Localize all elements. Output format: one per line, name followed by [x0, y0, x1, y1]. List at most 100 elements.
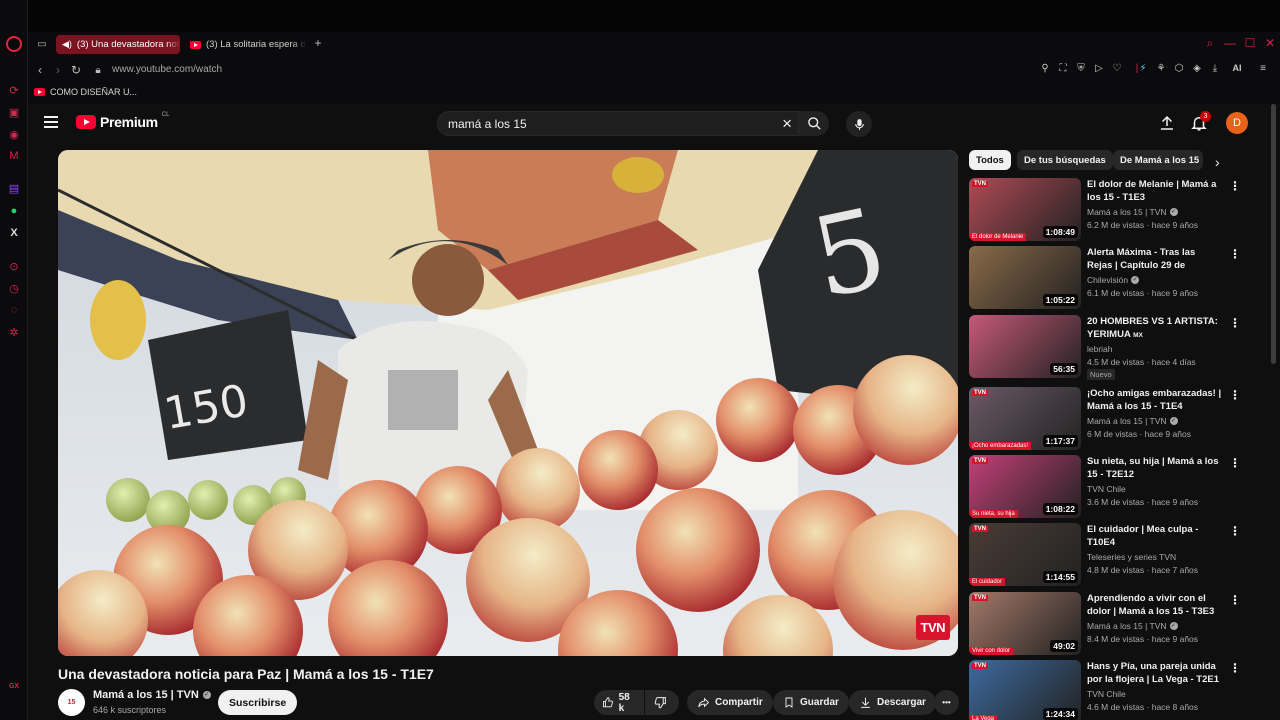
video-thumbnail[interactable]: La Vega TVN 1:24:34	[969, 660, 1081, 720]
tab-active[interactable]: ◀) (3) Una devastadora noticia para Paz …	[56, 35, 180, 54]
dislike-button[interactable]	[645, 690, 679, 715]
heart-icon[interactable]: ♡	[1110, 63, 1124, 74]
clock-icon[interactable]: ◷	[6, 280, 22, 296]
minimize-button[interactable]: —	[1222, 35, 1238, 51]
recommendation-channel[interactable]: Teleseries y series TVN	[1087, 552, 1176, 562]
upload-icon[interactable]	[1158, 114, 1176, 132]
search-button[interactable]	[799, 111, 829, 136]
scrollbar[interactable]	[1271, 104, 1276, 364]
recommendation-item[interactable]: El cuidador TVN 1:14:55 El cuidador | Mea c…	[969, 523, 1249, 586]
twitch-icon[interactable]: ▤	[6, 180, 22, 196]
recommendation-item[interactable]: El dolor de Melanie TVN 1:08:49 El dolor de…	[969, 178, 1249, 241]
chevron-right-icon[interactable]: ›	[1215, 154, 1220, 170]
recommendation-channel[interactable]: Mamá a los 15 | TVN ✓	[1087, 621, 1178, 631]
voice-search-button[interactable]	[846, 111, 872, 137]
recommendation-item[interactable]: ¡Ocho embarazadas! TVN 1:17:37 ¡Ocho amigas…	[969, 387, 1249, 450]
recommendation-channel[interactable]: Chilevisión ✓	[1087, 275, 1140, 285]
video-thumbnail[interactable]: El cuidador TVN 1:14:55	[969, 523, 1081, 586]
user-avatar[interactable]: D	[1226, 112, 1248, 134]
recommendation-channel[interactable]: Mamá a los 15 | TVN ✓	[1087, 416, 1178, 426]
like-count: 58 k	[618, 691, 630, 714]
shopping-bag-icon[interactable]: ▣	[6, 104, 22, 120]
kebab-menu-icon[interactable]: ⋮	[1229, 594, 1241, 606]
subscribe-button[interactable]: Suscribirse	[218, 690, 298, 715]
recommendation-channel[interactable]: TVN Chile	[1087, 689, 1126, 699]
clear-search-icon[interactable]: ×	[782, 114, 792, 134]
youtube-favicon-icon	[190, 40, 201, 49]
kebab-menu-icon[interactable]: ⋮	[1229, 457, 1241, 469]
maximize-button[interactable]: ☐	[1242, 35, 1258, 51]
recommendation-item[interactable]: 1:05:22 Alerta Máxima - Tras las Rejas | …	[969, 246, 1249, 309]
mail-icon[interactable]: M	[6, 148, 22, 164]
kebab-menu-icon[interactable]: ⋮	[1229, 389, 1241, 401]
shield-icon[interactable]: ⛨	[1074, 63, 1088, 74]
recommendation-channel[interactable]: TVN Chile	[1087, 484, 1126, 494]
lock-icon[interactable]: 🔒︎	[90, 62, 106, 78]
channel-name[interactable]: Mamá a los 15 | TVN ✓	[93, 689, 211, 701]
whatsapp-icon[interactable]: ●	[6, 203, 22, 219]
chat-icon[interactable]: ◌	[6, 302, 22, 318]
bookmark-item[interactable]: COMO DISEÑAR U...	[34, 87, 137, 97]
extension-2-icon[interactable]: ⚘	[1154, 63, 1168, 74]
channel-avatar[interactable]: 15	[58, 689, 85, 716]
hamburger-menu-icon[interactable]	[44, 116, 58, 128]
video-thumbnail[interactable]: Vivir con dolor TVN 49:02	[969, 592, 1081, 655]
puzzle-icon[interactable]: ⬡	[1172, 63, 1186, 74]
video-thumbnail[interactable]: ¡Ocho embarazadas! TVN 1:17:37	[969, 387, 1081, 450]
close-window-button[interactable]: ✕	[1262, 35, 1278, 51]
settings-gear-icon[interactable]: ✲	[6, 324, 22, 340]
workspace-icon[interactable]: ▭	[34, 36, 50, 52]
download-icon[interactable]: ⤓	[1208, 63, 1222, 74]
save-button[interactable]: Guardar	[773, 690, 849, 715]
video-duration: 1:17:37	[1042, 435, 1078, 447]
video-thumbnail[interactable]: 56:35	[969, 315, 1081, 378]
forward-arrow-icon[interactable]: ›	[50, 62, 66, 78]
messenger-icon[interactable]: ◉	[6, 126, 22, 142]
chip-todos[interactable]: Todos	[969, 150, 1011, 170]
search-tabs-icon[interactable]: ⌕	[1202, 35, 1218, 51]
player-icon[interactable]: ⊙	[6, 258, 22, 274]
video-thumbnail[interactable]: El dolor de Melanie TVN 1:08:49	[969, 178, 1081, 241]
video-player[interactable]: 5 150 TVN	[58, 150, 958, 656]
snapshot-icon[interactable]: ⛶	[1056, 63, 1070, 74]
url-field[interactable]: www.youtube.com/watch	[112, 64, 222, 75]
chip-de-tus-busquedas[interactable]: De tus búsquedas	[1017, 150, 1113, 170]
more-actions-button[interactable]: •••	[934, 690, 959, 715]
video-thumbnail[interactable]: 1:05:22	[969, 246, 1081, 309]
menu-icon[interactable]: ≡	[1256, 63, 1270, 74]
pin-icon[interactable]: ⚲	[1038, 63, 1052, 74]
back-arrow-icon[interactable]: ‹	[32, 62, 48, 78]
tab-inactive[interactable]: (3) La solitaria espera de Carla | Mamá …	[184, 35, 306, 54]
reload-icon[interactable]: ↻	[68, 62, 84, 78]
history-icon[interactable]: ⟳	[6, 82, 22, 98]
subscriber-count: 646 k suscriptores	[93, 705, 167, 715]
x-twitter-icon[interactable]: X	[6, 225, 22, 241]
kebab-menu-icon[interactable]: ⋮	[1229, 180, 1241, 192]
recommendation-item[interactable]: 56:35 20 HOMBRES VS 1 ARTISTA: YERIMUA MX…	[969, 315, 1249, 380]
new-tab-button[interactable]: +	[310, 35, 326, 51]
kebab-menu-icon[interactable]: ⋮	[1229, 525, 1241, 537]
recommendation-item[interactable]: Vivir con dolor TVN 49:02 Aprendiendo a viv…	[969, 592, 1249, 655]
opera-logo-icon[interactable]	[6, 36, 22, 52]
recommendation-channel[interactable]: Mamá a los 15 | TVN ✓	[1087, 207, 1178, 217]
notification-badge: 3	[1200, 111, 1211, 122]
kebab-menu-icon[interactable]: ⋮	[1229, 248, 1241, 260]
search-input[interactable]: mamá a los 15 ×	[437, 111, 799, 136]
kebab-menu-icon[interactable]: ⋮	[1229, 662, 1241, 674]
play-icon[interactable]: ▷	[1092, 63, 1106, 74]
video-duration: 56:35	[1050, 363, 1078, 375]
recommendation-item[interactable]: La Vega TVN 1:24:34 Hans y Pía, una pareja …	[969, 660, 1249, 720]
like-button[interactable]: 58 k	[594, 690, 644, 715]
kebab-menu-icon[interactable]: ⋮	[1229, 317, 1241, 329]
share-button[interactable]: Compartir	[687, 690, 773, 715]
video-thumbnail[interactable]: Su nieta, su hija TVN 1:08:22	[969, 455, 1081, 518]
chip-de-mama-a-los-15[interactable]: De Mamá a los 15	[1113, 150, 1203, 170]
download-button[interactable]: Descargar	[849, 690, 936, 715]
youtube-logo[interactable]: Premium CL	[76, 112, 169, 130]
recommendation-channel[interactable]: lebriah	[1087, 344, 1113, 354]
easy-setup-icon[interactable]: ◈	[1190, 63, 1204, 74]
recommendation-item[interactable]: Su nieta, su hija TVN 1:08:22 Su nieta, su …	[969, 455, 1249, 518]
aria-ai-button[interactable]: AI	[1226, 63, 1248, 73]
youtube-header: Premium CL mamá a los 15 × 3 D	[28, 104, 1280, 144]
extension-icon[interactable]: ⚡	[1136, 63, 1150, 74]
